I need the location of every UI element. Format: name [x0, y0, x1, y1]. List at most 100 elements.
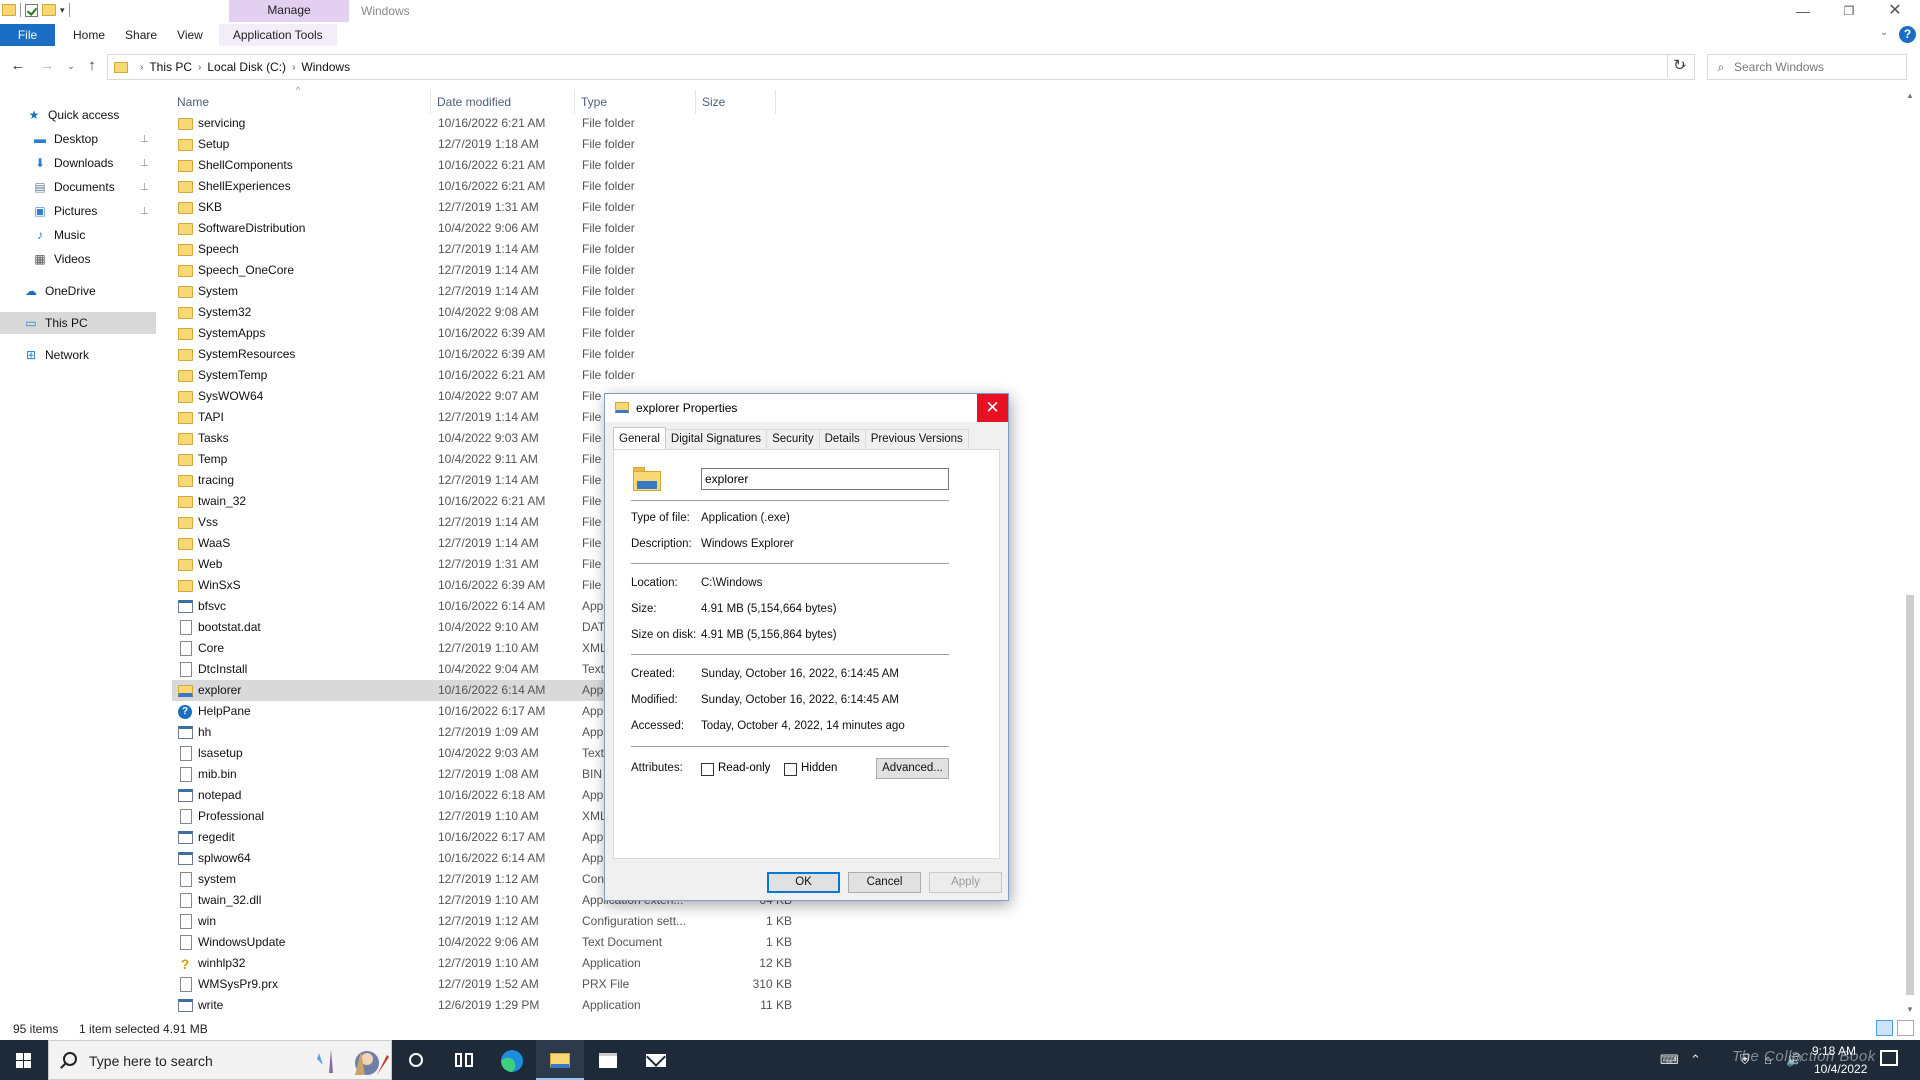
chevron-right-icon[interactable]: ›	[292, 62, 295, 73]
ok-button[interactable]: OK	[767, 872, 840, 893]
column-header-name[interactable]: Name	[175, 90, 430, 114]
start-button[interactable]	[0, 1040, 48, 1080]
search-box[interactable]: ⌕	[1707, 54, 1907, 80]
column-header-size[interactable]: Size	[700, 90, 775, 114]
file-row[interactable]: servicing 10/16/2022 6:21 AM File folder	[172, 113, 772, 134]
sidebar-item-downloads[interactable]: ⬇ Downloads ⊥	[0, 152, 156, 174]
column-divider[interactable]	[430, 90, 431, 114]
file-row[interactable]: SystemApps 10/16/2022 6:39 AM File folder	[172, 323, 772, 344]
tab-home[interactable]: Home	[63, 24, 115, 46]
tab-details[interactable]: Details	[818, 429, 866, 449]
file-row[interactable]: Setup 12/7/2019 1:18 AM File folder	[172, 134, 772, 155]
chevron-up-icon[interactable]: ⌃	[1690, 1052, 1701, 1068]
tab-previous-versions[interactable]: Previous Versions	[864, 429, 969, 449]
breadcrumb-windows[interactable]: Windows	[301, 60, 350, 74]
file-row[interactable]: win 12/7/2019 1:12 AM Configuration sett..…	[172, 911, 792, 932]
mail-taskbar-button[interactable]	[632, 1040, 680, 1080]
file-tab[interactable]: File	[0, 23, 55, 46]
column-divider[interactable]	[695, 90, 696, 114]
minimize-button[interactable]: —	[1780, 0, 1826, 22]
sidebar-item-desktop[interactable]: ▬ Desktop ⊥	[0, 128, 156, 150]
up-button[interactable]: ↑	[83, 56, 101, 76]
column-header-date[interactable]: Date modified	[435, 90, 575, 114]
tab-share[interactable]: Share	[115, 24, 167, 46]
chevron-right-icon[interactable]: ›	[140, 62, 143, 73]
file-row[interactable]: Speech 12/7/2019 1:14 AM File folder	[172, 239, 772, 260]
file-row[interactable]: SKB 12/7/2019 1:31 AM File folder	[172, 197, 772, 218]
breadcrumb-local-disk[interactable]: Local Disk (C:)	[207, 60, 286, 74]
forward-button[interactable]: →	[38, 56, 56, 76]
column-divider[interactable]	[574, 90, 575, 114]
clock-time[interactable]: 9:18 AM	[1812, 1044, 1856, 1058]
edge-taskbar-button[interactable]	[488, 1040, 536, 1080]
sidebar-item-network[interactable]: ⊞ Network	[0, 344, 156, 366]
file-row[interactable]: SystemResources 10/16/2022 6:39 AM File fo…	[172, 344, 772, 365]
sidebar-item-pictures[interactable]: ▣ Pictures ⊥	[0, 200, 156, 222]
close-window-button[interactable]: ✕	[1872, 0, 1918, 22]
read-only-checkbox[interactable]	[701, 763, 714, 776]
customize-toolbar-icon[interactable]: ▾	[60, 5, 65, 16]
cortana-button[interactable]	[392, 1040, 440, 1080]
expand-ribbon-icon[interactable]: ⌄	[1880, 27, 1888, 38]
task-view-button[interactable]	[440, 1040, 488, 1080]
store-taskbar-button[interactable]	[584, 1040, 632, 1080]
sidebar-item-onedrive[interactable]: ☁ OneDrive	[0, 280, 156, 302]
recent-locations-button[interactable]: ⌄	[62, 56, 80, 76]
restore-button[interactable]: ❐	[1826, 0, 1872, 22]
details-view-icon[interactable]	[1876, 1020, 1893, 1036]
address-bar[interactable]: › This PC › Local Disk (C:) › Windows ⌄	[107, 54, 1695, 80]
sidebar-item-videos[interactable]: ▦ Videos	[0, 248, 156, 270]
scroll-down-icon[interactable]: ▼	[1902, 1003, 1918, 1017]
manage-tab[interactable]: Manage	[229, 0, 349, 22]
sidebar-item-documents[interactable]: ▤ Documents ⊥	[0, 176, 156, 198]
tab-security[interactable]: Security	[766, 429, 820, 449]
file-row[interactable]: ShellExperiences 10/16/2022 6:21 AM File f…	[172, 176, 772, 197]
file-row[interactable]: System32 10/4/2022 9:08 AM File folder	[172, 302, 772, 323]
file-name: winhlp32	[198, 956, 246, 970]
column-divider[interactable]	[775, 90, 776, 114]
new-folder-icon[interactable]	[42, 4, 56, 16]
column-header-type[interactable]: Type	[579, 90, 694, 114]
notifications-icon[interactable]	[1880, 1050, 1898, 1066]
file-explorer-taskbar-button[interactable]	[536, 1040, 584, 1080]
search-input[interactable]	[1734, 60, 1894, 74]
file-name-field[interactable]	[701, 468, 949, 490]
advanced-button[interactable]: Advanced...	[876, 758, 949, 779]
sidebar-item-this-pc[interactable]: ▭ This PC	[0, 312, 156, 334]
file-row[interactable]: WMSysPr9.prx 12/7/2019 1:52 AM PRX File 310…	[172, 974, 792, 995]
sidebar-item-quick-access[interactable]: ★ Quick access	[0, 104, 156, 126]
help-icon[interactable]: ?	[1899, 26, 1916, 43]
tab-general[interactable]: General	[613, 427, 666, 449]
keyboard-icon[interactable]: ⌨	[1660, 1052, 1679, 1068]
hidden-checkbox[interactable]	[784, 763, 797, 776]
vertical-scrollbar[interactable]: ▲ ▼	[1902, 89, 1918, 1017]
file-row[interactable]: ? winhlp32 12/7/2019 1:10 AM Application 12 …	[172, 953, 792, 974]
breadcrumb-this-pc[interactable]: This PC	[149, 60, 192, 74]
clock-date[interactable]: 10/4/2022	[1814, 1062, 1867, 1076]
tab-digital-signatures[interactable]: Digital Signatures	[664, 429, 768, 449]
file-row[interactable]: SoftwareDistribution 10/4/2022 9:06 AM Fil…	[172, 218, 772, 239]
dialog-title-bar[interactable]: explorer Properties ✕	[605, 394, 1008, 422]
dialog-close-button[interactable]: ✕	[977, 394, 1008, 422]
tab-application-tools[interactable]: Application Tools	[218, 23, 337, 46]
taskbar-search-box[interactable]: Type here to search	[48, 1040, 392, 1080]
scrollbar-thumb[interactable]	[1906, 595, 1914, 995]
hidden-label[interactable]: Hidden	[801, 762, 837, 774]
file-row[interactable]: ShellComponents 10/16/2022 6:21 AM File fo…	[172, 155, 772, 176]
large-icons-view-icon[interactable]	[1897, 1020, 1914, 1036]
file-row[interactable]: WindowsUpdate 10/4/2022 9:06 AM Text Docum…	[172, 932, 792, 953]
tab-view[interactable]: View	[167, 24, 213, 46]
scroll-up-icon[interactable]: ▲	[1902, 89, 1918, 103]
file-row[interactable]: Speech_OneCore 12/7/2019 1:14 AM File fold…	[172, 260, 772, 281]
read-only-label[interactable]: Read-only	[718, 762, 770, 774]
sidebar-item-music[interactable]: ♪ Music	[0, 224, 156, 246]
cancel-button[interactable]: Cancel	[848, 872, 921, 893]
back-button[interactable]: ←	[9, 56, 27, 76]
file-row[interactable]: write 12/6/2019 1:29 PM Application 11 KB	[172, 995, 792, 1016]
refresh-button[interactable]: ↻	[1667, 55, 1691, 77]
apply-button[interactable]: Apply	[929, 872, 1002, 893]
file-row[interactable]: System 12/7/2019 1:14 AM File folder	[172, 281, 772, 302]
chevron-right-icon[interactable]: ›	[198, 62, 201, 73]
properties-icon[interactable]	[25, 3, 38, 17]
file-row[interactable]: SystemTemp 10/16/2022 6:21 AM File folder	[172, 365, 772, 386]
